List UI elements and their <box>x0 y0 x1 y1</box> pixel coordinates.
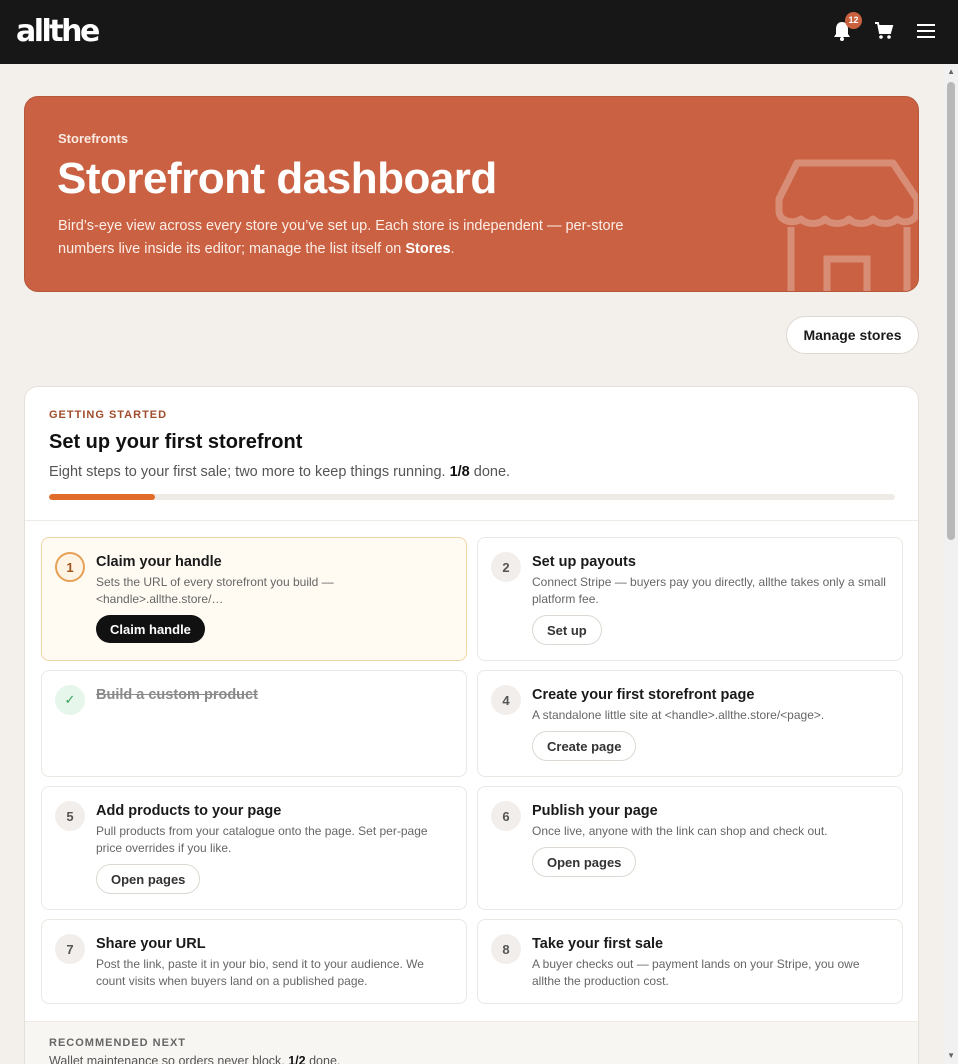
getting-started-title: Set up your first storefront <box>49 431 303 453</box>
divider <box>25 520 918 521</box>
recommended-subtitle-text: Wallet maintenance so orders never block… <box>49 1054 289 1064</box>
manage-stores-button[interactable]: Manage stores <box>786 316 919 354</box>
create-page-button[interactable]: Create page <box>532 731 637 761</box>
notifications-button[interactable]: 12 <box>830 12 862 44</box>
scroll-down-arrow-icon[interactable]: ▼ <box>947 1051 955 1060</box>
step-title: Set up payouts <box>532 554 636 570</box>
step-description: Sets the URL of every storefront you bui… <box>96 575 334 606</box>
scroll-up-arrow-icon[interactable]: ▲ <box>947 67 955 76</box>
step-number: 7 <box>55 934 85 964</box>
hero-description-text: Bird’s-eye view across every store you’v… <box>58 218 624 257</box>
recommended-kicker: RECOMMENDED NEXT <box>49 1037 187 1049</box>
recommended-done-count: 1/2 <box>288 1054 306 1064</box>
set-up-payouts-button[interactable]: Set up <box>532 615 602 645</box>
recommended-subtitle-end: done. <box>305 1054 341 1064</box>
step-description: Once live, anyone with the link can shop… <box>532 824 828 838</box>
page-title: Storefront dashboard <box>57 154 497 203</box>
step-title: Create your first storefront page <box>532 687 755 703</box>
getting-started-kicker: GETTING STARTED <box>49 409 168 421</box>
step-number: 1 <box>55 552 85 582</box>
recommended-subtitle: Wallet maintenance so orders never block… <box>49 1054 340 1064</box>
step-description: Post the link, paste it in your bio, sen… <box>96 957 424 988</box>
stores-link[interactable]: Stores <box>405 241 450 257</box>
cart-icon <box>875 22 894 39</box>
step-claim-handle: 1 Claim your handle Sets the URL of ever… <box>41 537 467 661</box>
logo[interactable]: allthe <box>16 14 100 50</box>
step-title: Claim your handle <box>96 554 222 570</box>
hero-description: Bird’s-eye view across every store you’v… <box>58 215 648 261</box>
top-icons: 12 <box>830 12 938 44</box>
progress-bar <box>49 494 895 500</box>
menu-button[interactable] <box>914 18 938 44</box>
open-pages-button[interactable]: Open pages <box>96 864 201 894</box>
step-description: A buyer checks out — payment lands on yo… <box>532 957 860 988</box>
done-count: 1/8 <box>449 464 470 480</box>
hero-kicker: Storefronts <box>58 131 129 146</box>
top-bar: allthe 12 <box>0 0 958 64</box>
step-title: Build a custom product <box>96 687 258 703</box>
step-add-products: 5 Add products to your page Pull product… <box>41 786 467 910</box>
step-set-up-payouts: 2 Set up payouts Connect Stripe — buyers… <box>477 537 903 661</box>
step-publish-page: 6 Publish your page Once live, anyone wi… <box>477 786 903 910</box>
step-number: 6 <box>491 801 521 831</box>
step-title: Take your first sale <box>532 936 664 952</box>
step-share-url: 7 Share your URL Post the link, paste it… <box>41 919 467 1004</box>
step-title: Add products to your page <box>96 803 282 819</box>
getting-started-subtitle: Eight steps to your first sale; two more… <box>49 464 510 480</box>
hero-banner: Storefronts Storefront dashboard Bird’s-… <box>24 96 919 292</box>
step-create-storefront-page: 4 Create your first storefront page A st… <box>477 670 903 777</box>
hero-description-end: . <box>450 241 455 257</box>
recommended-next-section: RECOMMENDED NEXT Wallet maintenance so o… <box>25 1021 918 1064</box>
subtitle-end: done. <box>469 464 511 480</box>
cart-button[interactable] <box>872 18 896 44</box>
claim-handle-button[interactable]: Claim handle <box>96 615 205 643</box>
checkmark-icon: ✓ <box>55 685 85 715</box>
notification-badge: 12 <box>845 12 862 29</box>
step-number: 8 <box>491 934 521 964</box>
getting-started-card: GETTING STARTED Set up your first storef… <box>24 386 919 1064</box>
step-number: 4 <box>491 685 521 715</box>
step-build-custom-product: ✓ Build a custom product <box>41 670 467 777</box>
open-pages-button[interactable]: Open pages <box>532 847 637 877</box>
subtitle-text: Eight steps to your first sale; two more… <box>49 464 450 480</box>
storefront-illustration-icon <box>775 159 918 291</box>
progress-fill <box>49 494 155 500</box>
step-title: Share your URL <box>96 936 206 952</box>
step-description: A standalone little site at <handle>.all… <box>532 708 825 722</box>
step-first-sale: 8 Take your first sale A buyer checks ou… <box>477 919 903 1004</box>
step-description: Connect Stripe — buyers pay you directly… <box>532 575 886 606</box>
step-number: 2 <box>491 552 521 582</box>
step-description: Pull products from your catalogue onto t… <box>96 824 428 855</box>
step-number: 5 <box>55 801 85 831</box>
menu-icon <box>917 24 935 38</box>
scrollbar-thumb[interactable] <box>947 82 955 540</box>
step-title: Publish your page <box>532 803 658 819</box>
